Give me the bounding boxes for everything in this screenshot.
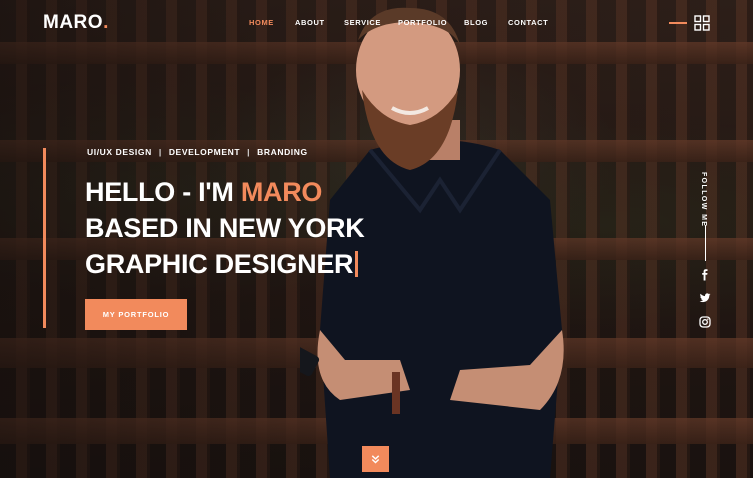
hero-accent-bar bbox=[43, 148, 46, 328]
grid-menu-icon[interactable] bbox=[694, 15, 710, 31]
skill-separator: | bbox=[158, 147, 162, 157]
instagram-icon[interactable] bbox=[699, 316, 711, 328]
nav-portfolio[interactable]: PORTFOLIO bbox=[398, 18, 447, 27]
nav-accent-line bbox=[669, 22, 687, 24]
nav-contact[interactable]: CONTACT bbox=[508, 18, 548, 27]
logo[interactable]: MARO. bbox=[43, 12, 109, 34]
nav-about[interactable]: ABOUT bbox=[295, 18, 325, 27]
facebook-icon[interactable] bbox=[699, 269, 711, 281]
headline-role: GRAPHIC DESIGNER bbox=[85, 249, 354, 279]
hero-headline: HELLO - I'M MARO BASED IN NEW YORK GRAPH… bbox=[85, 174, 365, 282]
my-portfolio-button[interactable]: MY PORTFOLIO bbox=[85, 299, 187, 330]
nav-service[interactable]: SERVICE bbox=[344, 18, 381, 27]
skill-development: DEVELOPMENT bbox=[168, 147, 241, 157]
skill-separator: | bbox=[247, 147, 251, 157]
follow-divider bbox=[705, 225, 706, 261]
skill-branding: BRANDING bbox=[257, 147, 308, 157]
skills-line: UI/UX DESIGN | DEVELOPMENT | BRANDING bbox=[87, 147, 308, 157]
twitter-icon[interactable] bbox=[699, 292, 711, 304]
headline-greeting: HELLO - I'M bbox=[85, 177, 241, 207]
skill-uiux: UI/UX DESIGN bbox=[87, 147, 152, 157]
headline-location: BASED IN NEW YORK bbox=[85, 213, 365, 243]
typing-cursor bbox=[355, 251, 359, 277]
nav-blog[interactable]: BLOG bbox=[464, 18, 488, 27]
scroll-down-button[interactable] bbox=[362, 446, 389, 472]
logo-text: MARO bbox=[43, 12, 104, 33]
nav-home[interactable]: HOME bbox=[249, 18, 274, 27]
logo-dot: . bbox=[103, 12, 109, 33]
headline-name: MARO bbox=[240, 177, 323, 207]
double-chevron-down-icon bbox=[371, 454, 380, 464]
follow-me-label: FOLLOW ME bbox=[700, 172, 707, 228]
